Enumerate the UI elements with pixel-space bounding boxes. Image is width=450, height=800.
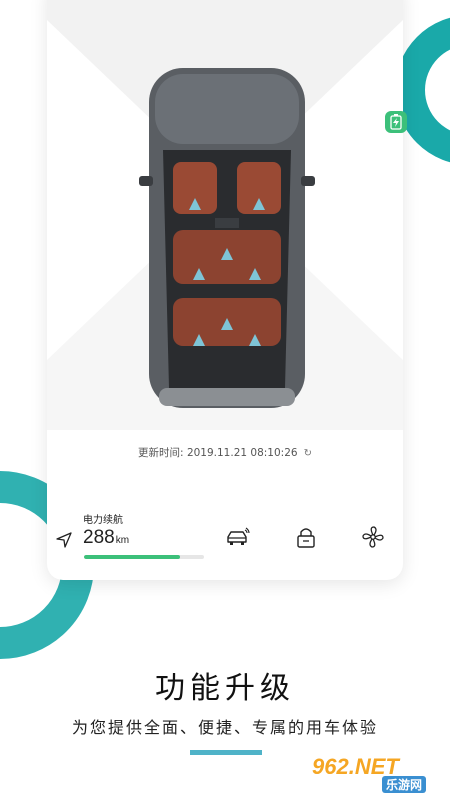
site-watermark-logo: 962.NET 乐游网 [312,754,446,794]
lock-button[interactable] [291,522,321,552]
update-time-label: 更新时间: [138,447,187,459]
range-progress-bar [84,555,204,559]
lock-icon [297,528,315,548]
range-number: 288 [83,527,115,548]
update-time-value: 2019.11.21 08:10:26 [186,447,298,459]
navigation-arrow-icon[interactable] [55,531,73,549]
headline-underline [190,750,262,755]
car-signal-icon [227,527,250,545]
battery-charging-icon [390,114,402,130]
climate-button[interactable] [358,522,388,552]
range-label: 电力续航 [83,515,123,526]
range-unit: km [115,535,130,546]
fan-icon [362,526,384,548]
battery-status-badge[interactable] [385,111,407,133]
vehicle-status-card: 更新时间: 2019.11.21 08:10:26 ↻ 电力续航 288km [47,0,403,580]
watermark-sub-text: 乐游网 [382,776,427,793]
refresh-icon[interactable]: ↻ [304,448,312,459]
remote-start-button[interactable] [223,522,253,552]
car-top-view-image [139,68,315,408]
range-progress-fill [84,555,180,559]
range-value: 288km [83,527,129,549]
feature-subtitle: 为您提供全面、便捷、专属的用车体验 [71,718,378,737]
feature-headline: 功能升级 [155,671,295,706]
update-time-row: 更新时间: 2019.11.21 08:10:26 ↻ [47,445,403,460]
